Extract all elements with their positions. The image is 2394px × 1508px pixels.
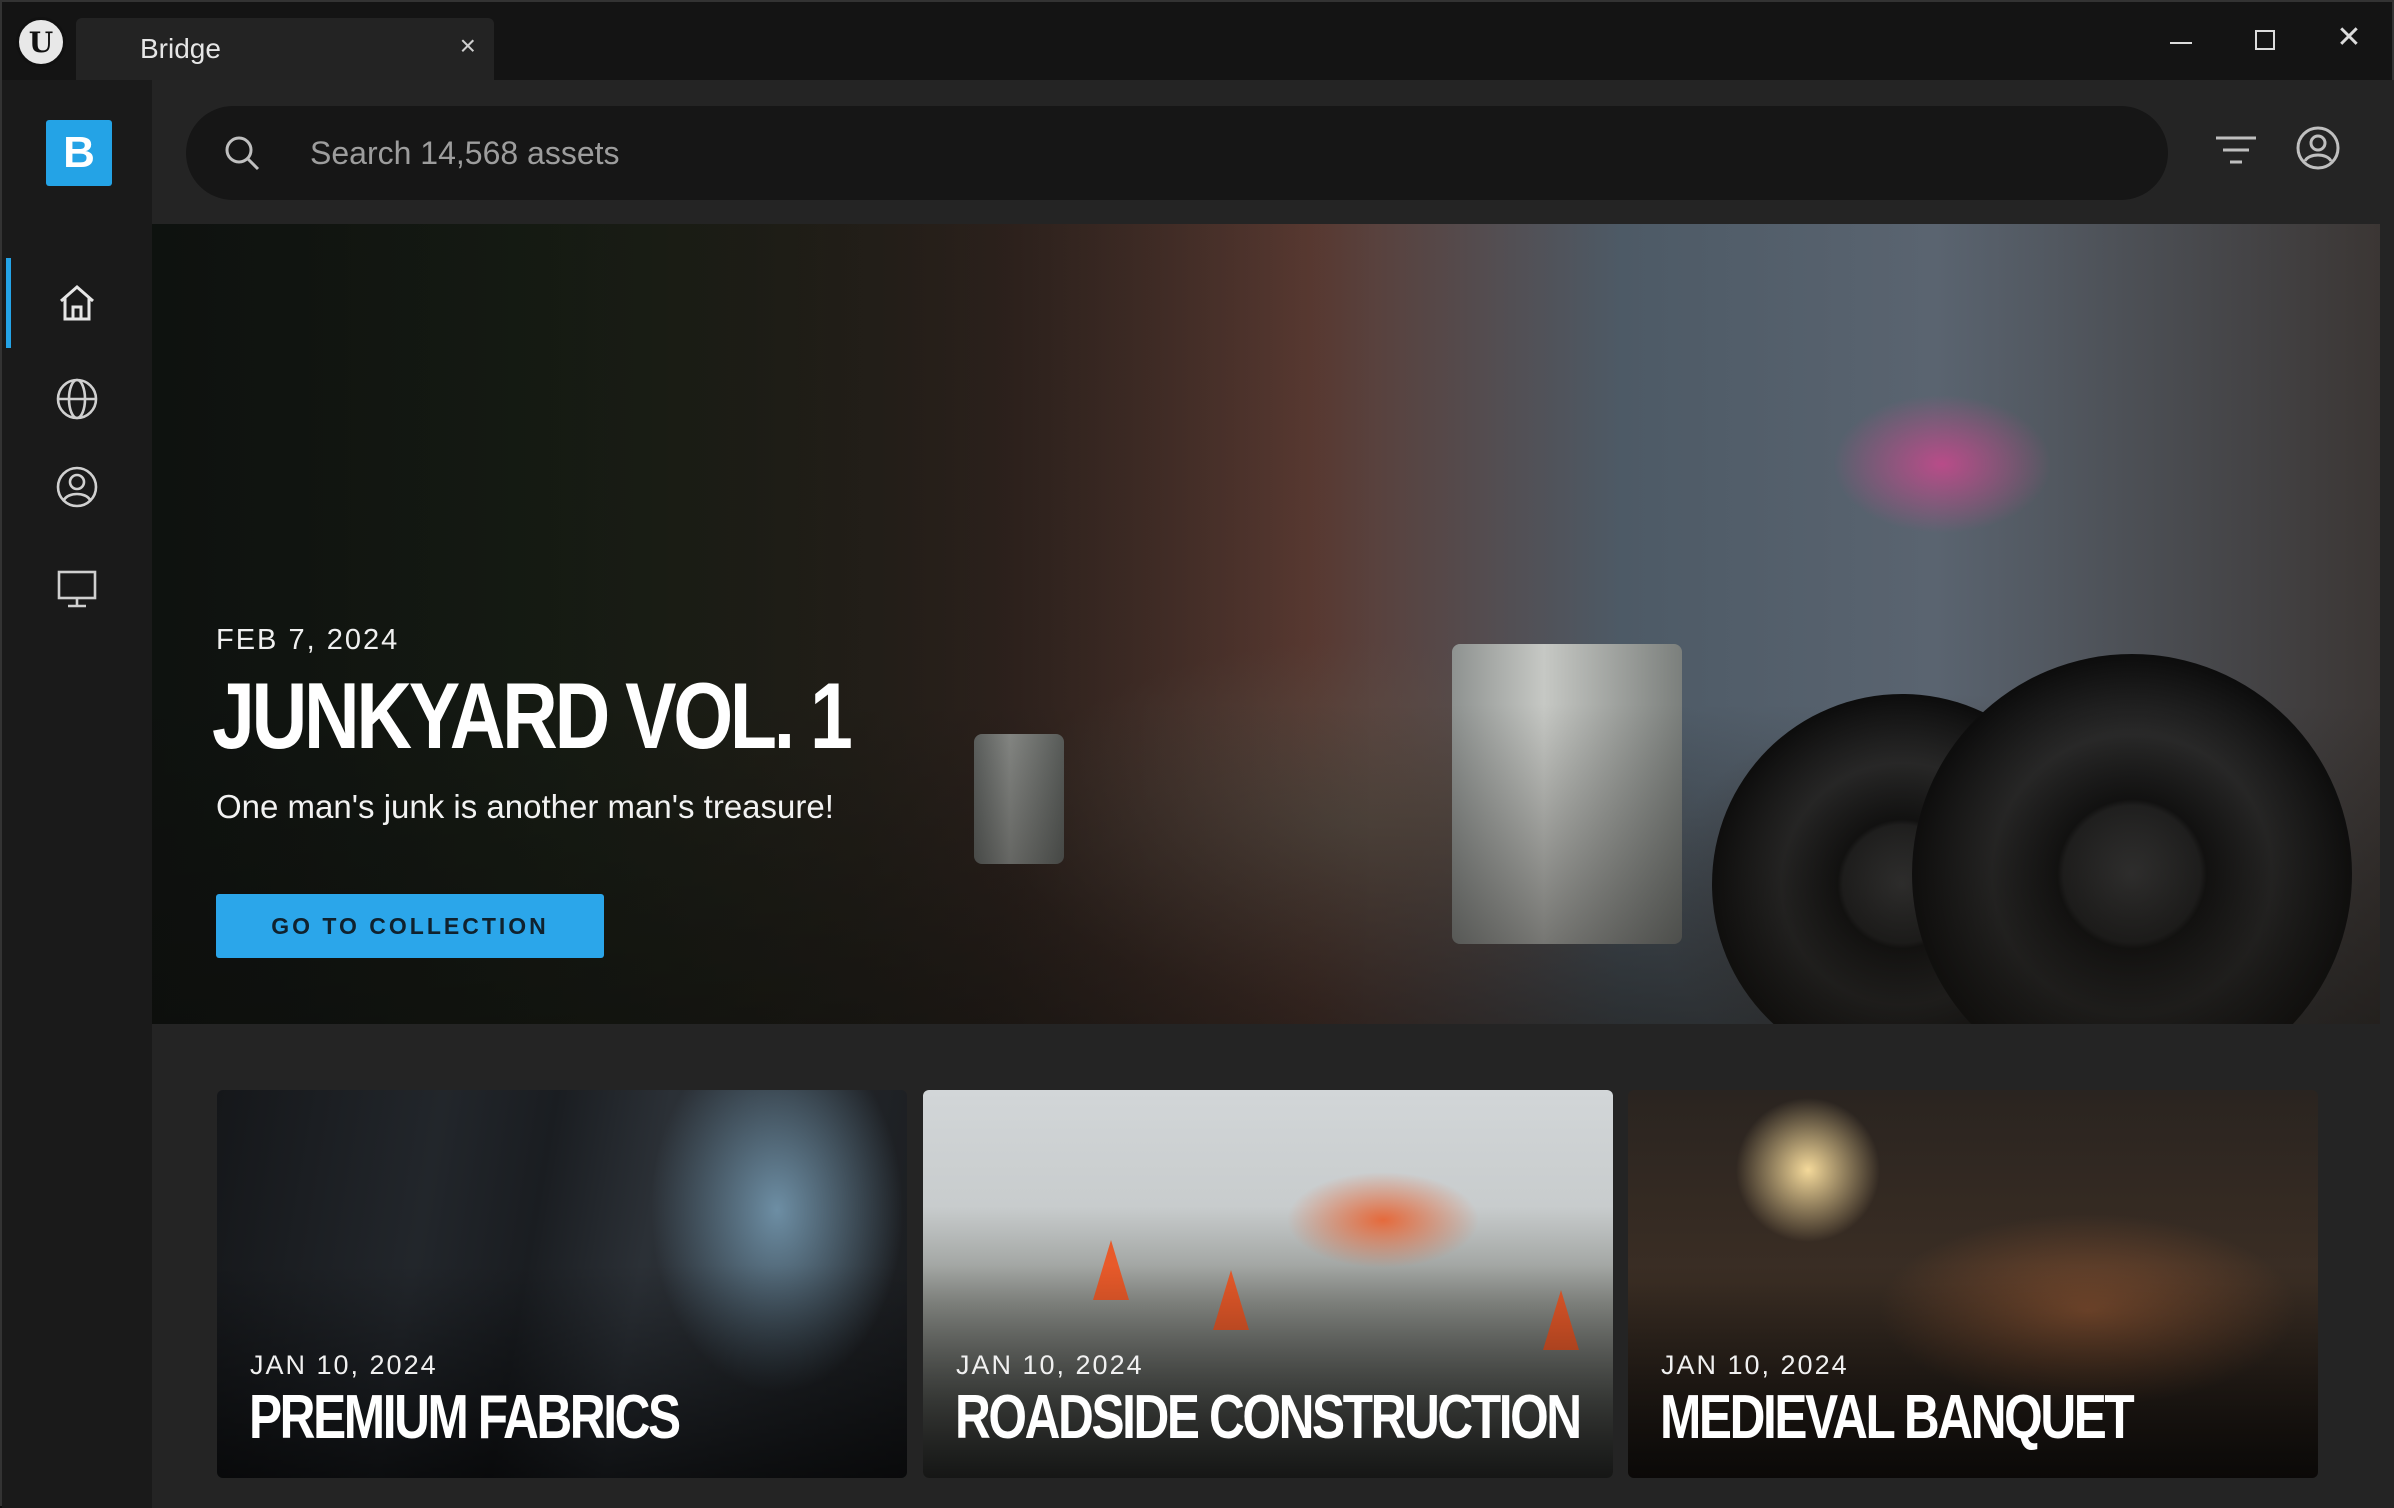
search-bar[interactable] — [186, 106, 2168, 200]
minimize-icon — [2170, 42, 2192, 44]
account-icon — [2296, 126, 2340, 170]
sidebar-item-local[interactable] — [2, 544, 152, 634]
tab-bridge[interactable]: Bridge × — [76, 18, 494, 80]
home-icon — [60, 285, 94, 321]
unreal-logo-icon: U — [16, 17, 66, 67]
hero-banner[interactable]: FEB 7, 2024 JUNKYARD VOL. 1 One man's ju… — [152, 224, 2380, 1024]
hero-title: JUNKYARD VOL. 1 — [212, 663, 853, 768]
collection-card-medieval-banquet[interactable]: JAN 10, 2024 MEDIEVAL BANQUET — [1628, 1090, 2318, 1478]
card-date: JAN 10, 2024 — [250, 1350, 438, 1380]
minimize-button[interactable] — [2156, 20, 2206, 44]
card-date: JAN 10, 2024 — [956, 1350, 1144, 1380]
account-button[interactable] — [2294, 124, 2342, 177]
close-icon: ✕ — [2336, 21, 2362, 54]
globe-icon — [56, 378, 98, 420]
hero-date: FEB 7, 2024 — [216, 624, 400, 656]
card-date: JAN 10, 2024 — [1661, 1350, 1849, 1380]
tab-label: Bridge — [140, 33, 221, 64]
sidebar-item-account[interactable] — [2, 442, 152, 532]
title-bar: U Bridge × ✕ — [2, 2, 2392, 80]
sidebar-item-globe[interactable] — [2, 354, 152, 444]
search-icon — [225, 136, 260, 171]
card-title: PREMIUM FABRICS — [249, 1383, 681, 1452]
filter-icon — [2216, 136, 2256, 164]
unreal-logo-letter: U — [28, 25, 54, 59]
main-content: FEB 7, 2024 JUNKYARD VOL. 1 One man's ju… — [152, 80, 2394, 1508]
filter-button[interactable] — [2214, 132, 2258, 177]
bridge-logo[interactable]: B — [46, 120, 112, 186]
go-to-collection-button[interactable]: GO TO COLLECTION — [216, 894, 604, 958]
bridge-logo-letter: B — [63, 128, 95, 177]
hero-subtitle: One man's junk is another man's treasure… — [216, 788, 834, 825]
collection-card-premium-fabrics[interactable]: JAN 10, 2024 PREMIUM FABRICS — [217, 1090, 907, 1478]
user-circle-icon — [56, 466, 98, 508]
close-window-button[interactable]: ✕ — [2324, 20, 2374, 55]
card-title: ROADSIDE CONSTRUCTION — [955, 1383, 1582, 1452]
search-input[interactable] — [310, 106, 2110, 200]
sidebar: B — [2, 80, 152, 1508]
card-title: MEDIEVAL BANQUET — [1660, 1383, 2135, 1452]
monitor-icon — [57, 570, 97, 608]
maximize-icon — [2255, 30, 2275, 50]
maximize-button[interactable] — [2240, 20, 2290, 50]
tab-close-button[interactable]: × — [460, 30, 476, 62]
bridge-window: U Bridge × ✕ B Search 14,568 assets FEB … — [0, 0, 2394, 1508]
sidebar-item-home[interactable] — [2, 258, 152, 348]
collection-card-roadside-construction[interactable]: JAN 10, 2024 ROADSIDE CONSTRUCTION — [923, 1090, 1613, 1478]
